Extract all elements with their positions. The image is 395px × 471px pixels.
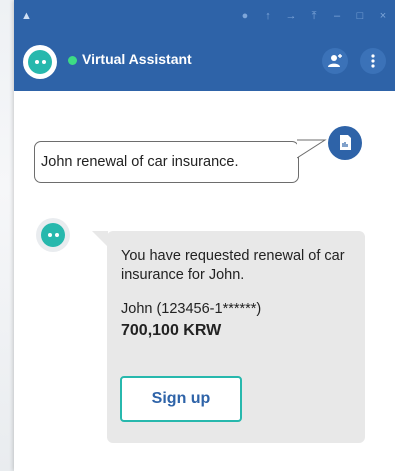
user-avatar [328, 126, 362, 160]
close-icon[interactable]: × [377, 9, 389, 23]
window-titlebar: ▲ ● ↑ → ⤒ – □ × [14, 0, 395, 33]
top-icon[interactable]: ⤒ [308, 9, 320, 23]
add-user-button[interactable] [322, 48, 348, 74]
minimize-icon[interactable]: – [331, 9, 343, 23]
user-message-bubble: John renewal of car insurance. [34, 141, 299, 183]
user-message-text: John renewal of car insurance. [41, 154, 239, 170]
chat-header: Virtual Assistant [14, 33, 395, 91]
maximize-icon[interactable]: □ [354, 9, 366, 23]
document-hand-icon [340, 135, 351, 150]
bot-face-icon [28, 50, 52, 74]
insured-identity: John (123456-1******) [121, 301, 262, 317]
more-vert-icon [371, 54, 375, 68]
online-status-indicator [68, 56, 77, 65]
up-icon[interactable]: ↑ [262, 9, 274, 23]
home-icon[interactable]: ▲ [21, 9, 35, 23]
arrow-right-icon[interactable]: → [285, 9, 297, 23]
chat-window: ▲ ● ↑ → ⤒ – □ × Virtual Assistant John r… [14, 0, 395, 471]
sign-up-button[interactable]: Sign up [120, 376, 242, 422]
background-desktop [0, 0, 15, 471]
premium-amount: 700,100 KRW [121, 322, 222, 339]
user-bubble-tail [297, 139, 327, 159]
pin-icon[interactable]: ● [239, 9, 251, 23]
bot-message-text: You have requested renewal of car insura… [121, 248, 345, 283]
bot-face-icon [41, 223, 65, 247]
add-user-icon [328, 54, 342, 67]
bot-avatar [36, 218, 70, 252]
assistant-avatar [23, 45, 57, 79]
bot-bubble-tail [92, 231, 108, 247]
chat-area: John renewal of car insurance. You have … [14, 91, 395, 471]
more-options-button[interactable] [360, 48, 386, 74]
header-title: Virtual Assistant [82, 51, 192, 67]
window-controls: ● ↑ → ⤒ – □ × [239, 9, 389, 23]
